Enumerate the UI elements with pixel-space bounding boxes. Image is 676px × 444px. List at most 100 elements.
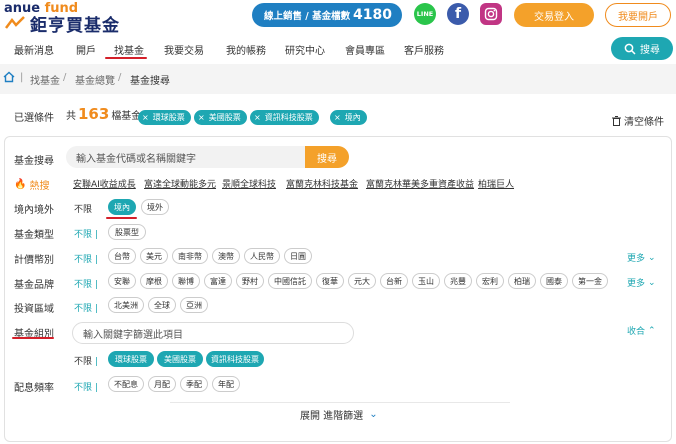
currency-label: 計價幣別 (14, 255, 54, 266)
nav-item-open[interactable]: 開戶 (76, 42, 96, 57)
area-option[interactable]: 全球 (148, 297, 176, 313)
nav-item-find-fund[interactable]: 找基金 (114, 42, 144, 57)
fire-icon: 🔥 (14, 179, 27, 190)
hot-link[interactable]: 富蘭克林華美多重資產收益 (366, 177, 474, 190)
hot-link[interactable]: 富達全球動能多元 (144, 177, 216, 190)
currency-option[interactable]: 台幣 (108, 248, 136, 264)
condition-tag[interactable]: × 境內 (330, 110, 367, 125)
brand-option[interactable]: 摩根 (140, 273, 168, 289)
search-label: 基金搜尋 (14, 156, 54, 167)
condition-tag[interactable]: × 美國股票 (194, 110, 247, 125)
group-collapse-button[interactable]: 收合 ⌃ (627, 324, 656, 338)
hot-link[interactable]: 安聯AI收益成長 (73, 177, 136, 190)
area-unlimited[interactable]: 不限 | (74, 301, 98, 314)
line-icon[interactable]: LINE (414, 3, 436, 25)
condition-tag[interactable]: × 環球股票 (138, 110, 191, 125)
breadcrumb-overview[interactable]: 基金總覽 (75, 72, 115, 87)
nav-item-news[interactable]: 最新消息 (14, 42, 54, 57)
logo-name[interactable]: 鉅亨買基金 (30, 11, 120, 36)
brand-option[interactable]: 柏瑞 (508, 273, 536, 289)
fund-counter-label: 線上銷售 / 基金檔數 (264, 11, 351, 22)
dividend-option[interactable]: 月配 (148, 376, 176, 392)
top-search-button[interactable]: 搜尋 (611, 37, 673, 60)
currency-more-button[interactable]: 更多 ⌄ (627, 251, 656, 265)
clear-conditions-button[interactable]: 清空條件 (612, 113, 664, 128)
brand-option[interactable]: 台新 (380, 273, 408, 289)
breadcrumb-separator: / (63, 72, 67, 83)
site-header: anue fund 鉅亨買基金 線上銷售 / 基金檔數 4180 LINE f … (0, 0, 676, 38)
search-icon (624, 43, 636, 55)
currency-option[interactable]: 南非幣 (172, 248, 208, 264)
instagram-icon[interactable] (480, 3, 502, 25)
login-button[interactable]: 交易登入 (514, 3, 594, 27)
brand-option[interactable]: 元大 (348, 273, 376, 289)
brand-option[interactable]: 聯博 (172, 273, 200, 289)
hot-link[interactable]: 富蘭克林科技基金 (286, 177, 358, 190)
group-option[interactable]: 資訊科技股票 (206, 351, 264, 367)
region-option[interactable]: 境外 (141, 199, 169, 215)
brand-more-button[interactable]: 更多 ⌄ (627, 276, 656, 290)
dividend-option[interactable]: 年配 (212, 376, 240, 392)
chevron-up-icon: ⌃ (648, 325, 656, 336)
dividend-option[interactable]: 不配息 (108, 376, 144, 392)
open-account-button[interactable]: 我要開戶 (605, 3, 671, 27)
region-option[interactable]: 境內 (108, 199, 136, 215)
nav-item-account[interactable]: 我的帳務 (226, 42, 266, 57)
home-icon[interactable] (3, 71, 15, 83)
region-unlimited[interactable]: 不限 (74, 202, 92, 215)
nav-active-underline (105, 57, 147, 59)
currency-option[interactable]: 美元 (140, 248, 168, 264)
expand-advanced-button[interactable]: 展開 進階篩選 ⌄ (300, 407, 378, 422)
fund-search-input[interactable]: 輸入基金代碼或名稱關鍵字 (66, 146, 306, 168)
currency-option[interactable]: 澳幣 (212, 248, 240, 264)
brand-option[interactable]: 中國信託 (268, 273, 312, 289)
brand-option[interactable]: 富達 (204, 273, 232, 289)
brand-option[interactable]: 安聯 (108, 273, 136, 289)
currency-unlimited[interactable]: 不限 | (74, 252, 98, 265)
area-option[interactable]: 亞洲 (180, 297, 208, 313)
currency-option[interactable]: 日圓 (284, 248, 312, 264)
condition-tag[interactable]: × 資訊科技股票 (250, 110, 319, 125)
main-nav: 最新消息 開戶 找基金 我要交易 我的帳務 研究中心 會員專區 客戶服務 (0, 38, 676, 60)
brand-option[interactable]: 宏利 (476, 273, 504, 289)
logo-mark-icon (5, 16, 25, 29)
group-option[interactable]: 美國股票 (157, 351, 203, 367)
fund-counter: 線上銷售 / 基金檔數 4180 (252, 3, 402, 27)
nav-item-member[interactable]: 會員專區 (345, 42, 385, 57)
dividend-option[interactable]: 季配 (180, 376, 208, 392)
dividend-label: 配息頻率 (14, 383, 54, 394)
close-icon: × (334, 113, 341, 122)
group-unlimited[interactable]: 不限 | (74, 354, 98, 367)
brand-option[interactable]: 復華 (316, 273, 344, 289)
brand-option[interactable]: 國泰 (540, 273, 568, 289)
close-icon: × (254, 113, 261, 122)
brand-option[interactable]: 兆豐 (444, 273, 472, 289)
group-option[interactable]: 環球股票 (108, 351, 154, 367)
brand-option[interactable]: 玉山 (412, 273, 440, 289)
group-keyword-input[interactable]: 輸入關鍵字篩選此項目 (72, 322, 354, 344)
nav-item-service[interactable]: 客戶服務 (404, 42, 444, 57)
breadcrumb-separator: / (118, 72, 122, 83)
dividend-unlimited[interactable]: 不限 | (74, 380, 98, 393)
type-option[interactable]: 股票型 (108, 224, 146, 240)
area-option[interactable]: 北美洲 (108, 297, 144, 313)
breadcrumb-find-fund[interactable]: 找基金 (30, 72, 60, 87)
divider (170, 402, 510, 403)
brand-unlimited[interactable]: 不限 | (74, 277, 98, 290)
chevron-down-icon: ⌄ (648, 252, 656, 263)
hot-link[interactable]: 柏瑞巨人 (478, 177, 514, 190)
nav-item-trade[interactable]: 我要交易 (164, 42, 204, 57)
facebook-icon[interactable]: f (447, 3, 469, 25)
type-label: 基金類型 (14, 230, 54, 241)
highlight-underline (12, 337, 54, 339)
brand-option[interactable]: 野村 (236, 273, 264, 289)
highlight-underline (106, 217, 137, 219)
hot-link[interactable]: 景順全球科技 (222, 177, 276, 190)
brand-option[interactable]: 第一金 (572, 273, 608, 289)
currency-option[interactable]: 人民幣 (244, 248, 280, 264)
region-label: 境內境外 (14, 205, 54, 216)
type-unlimited[interactable]: 不限 | (74, 227, 98, 240)
nav-item-research[interactable]: 研究中心 (285, 42, 325, 57)
close-icon: × (142, 113, 149, 122)
fund-search-button[interactable]: 搜尋 (305, 146, 349, 168)
